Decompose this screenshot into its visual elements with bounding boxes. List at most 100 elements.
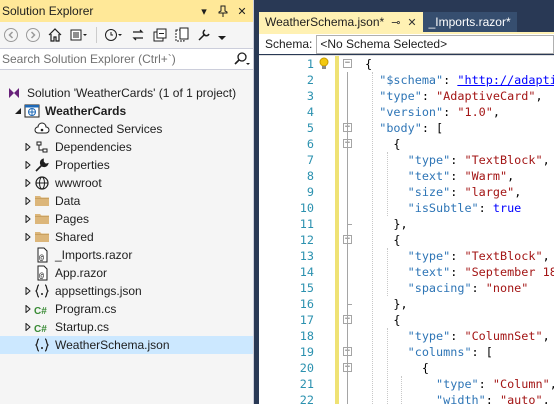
code-token: : — [478, 201, 493, 215]
expand-arrow-icon[interactable] — [22, 156, 34, 174]
tree-item[interactable]: wwwroot — [0, 174, 253, 192]
csharp-file-icon: C# — [34, 319, 50, 335]
tree-item[interactable]: Solution 'WeatherCards' (1 of 1 project) — [0, 84, 253, 102]
indent-guide — [387, 328, 388, 404]
window-position-dropdown-button[interactable]: ▾ — [196, 3, 212, 19]
indent-guide — [387, 248, 388, 296]
line-number: 22 — [299, 393, 314, 404]
line-number: 19 — [299, 345, 314, 359]
indent-guide — [401, 376, 402, 404]
toolbar-overflow-button[interactable] — [217, 26, 227, 44]
forward-button[interactable] — [24, 26, 42, 44]
tab-imports-razor[interactable]: _Imports.razor* — [422, 12, 517, 32]
tree-item[interactable]: WeatherCards — [0, 102, 253, 120]
code-token: , — [542, 393, 550, 404]
tree-item[interactable]: Shared — [0, 228, 253, 246]
collapse-region-icon[interactable]: − — [343, 59, 352, 68]
sync-with-active-document-button[interactable] — [129, 26, 147, 44]
expand-arrow-icon[interactable] — [22, 300, 34, 318]
tree-item[interactable]: Data — [0, 192, 253, 210]
tree-item[interactable]: Pages — [0, 210, 253, 228]
tree-item[interactable]: @ _Imports.razor — [0, 246, 253, 264]
code-text: "spacing": "none" — [365, 280, 529, 296]
line-number: 5 — [306, 121, 314, 135]
code-token: { — [365, 361, 429, 375]
code-text: { — [365, 232, 400, 248]
svg-text:@: @ — [39, 271, 44, 280]
code-token: , — [507, 169, 515, 183]
tree-item-label: wwwroot — [55, 176, 102, 190]
tree-item[interactable]: appsettings.json — [0, 282, 253, 300]
code-text: "isSubtle": true — [365, 200, 522, 216]
code-line: 8 "text": "Warm", — [259, 168, 554, 184]
back-button[interactable] — [2, 26, 20, 44]
code-line: 15 "spacing": "none" — [259, 280, 554, 296]
show-all-files-icon — [175, 27, 189, 42]
collapse-all-button[interactable] — [151, 26, 169, 44]
tree-item-label: Data — [55, 194, 81, 208]
code-token: "size" — [407, 185, 451, 199]
document-tab-well: WeatherSchema.json* ⊸ ✕ _Imports.razor* — [259, 12, 554, 32]
expand-arrow-icon[interactable] — [22, 228, 34, 246]
pin-tab-button[interactable]: ⊸ — [391, 16, 400, 29]
preview-selected-items-button[interactable] — [195, 26, 213, 44]
schema-dropdown[interactable]: <No Schema Selected> — [316, 34, 554, 54]
collapse-arrow-icon[interactable] — [12, 102, 24, 120]
auto-hide-pin-button[interactable] — [215, 3, 231, 19]
tree-item-label: Solution 'WeatherCards' (1 of 1 project) — [27, 86, 237, 100]
code-text: "body": [ — [365, 120, 443, 136]
expand-arrow-icon[interactable] — [22, 174, 34, 192]
code-token: "version" — [379, 105, 444, 119]
razor-file-icon: @ — [34, 247, 50, 263]
switch-views-icon — [70, 29, 87, 41]
expand-arrow-icon[interactable] — [22, 192, 34, 210]
light-bulb-icon[interactable] — [318, 57, 330, 71]
tree-item[interactable]: C# Startup.cs — [0, 318, 253, 336]
code-token: : — [450, 185, 465, 199]
search-options-button[interactable] — [231, 49, 253, 69]
tree-item[interactable]: @ App.razor — [0, 264, 253, 282]
solution-explorer-search-box — [0, 48, 253, 70]
tree-item-label: Connected Services — [55, 122, 163, 136]
code-token: : [ — [421, 121, 444, 135]
tree-item[interactable]: C# Program.cs — [0, 300, 253, 318]
tab-weatherschema-json[interactable]: WeatherSchema.json* ⊸ ✕ — [259, 12, 423, 32]
code-token: { — [365, 313, 401, 327]
line-number: 10 — [299, 201, 314, 215]
code-line: 19 "columns": [ — [259, 344, 554, 360]
tree-item[interactable]: WeatherSchema.json — [0, 336, 253, 354]
code-text: { — [365, 360, 429, 376]
expand-arrow-icon[interactable] — [22, 210, 34, 228]
code-line: 14 "text": "September 18, 2017", — [259, 264, 554, 280]
line-number: 15 — [299, 281, 314, 295]
tree-item[interactable]: Dependencies — [0, 138, 253, 156]
tree-item-label: Dependencies — [55, 140, 132, 154]
tree-item[interactable]: Connected Services — [0, 120, 253, 138]
code-token: "ColumnSet" — [464, 329, 543, 343]
expand-arrow-icon[interactable] — [22, 318, 34, 336]
switch-views-button[interactable] — [68, 26, 90, 44]
home-button[interactable] — [46, 26, 64, 44]
expand-arrow-icon[interactable] — [22, 282, 34, 300]
show-all-files-button[interactable] — [173, 26, 191, 44]
code-text: "type": "ColumnSet", — [365, 328, 550, 344]
solution-explorer-search-input[interactable] — [2, 52, 231, 66]
code-text: "type": "TextBlock", — [365, 152, 550, 168]
code-token: : — [450, 169, 465, 183]
close-panel-button[interactable]: ✕ — [234, 3, 250, 19]
pending-changes-filter-button[interactable] — [103, 26, 125, 44]
close-tab-button[interactable]: ✕ — [407, 16, 416, 29]
expand-arrow-icon[interactable] — [22, 138, 34, 156]
solution-explorer-title-bar: Solution Explorer ▾ ✕ — [0, 0, 253, 22]
code-line: 5 "body": [ — [259, 120, 554, 136]
tree-item-label: Properties — [55, 158, 110, 172]
tree-item[interactable]: Properties — [0, 156, 253, 174]
pin-icon — [218, 5, 228, 17]
code-editor[interactable]: 1{2 "$schema": "http://adaptivecards.io/… — [259, 55, 554, 404]
outlining-end-marker — [347, 304, 352, 305]
svg-text:C#: C# — [34, 324, 47, 335]
line-number: 13 — [299, 249, 314, 263]
line-number: 11 — [299, 217, 314, 231]
line-number: 2 — [306, 73, 314, 87]
code-line: 10 "isSubtle": true — [259, 200, 554, 216]
